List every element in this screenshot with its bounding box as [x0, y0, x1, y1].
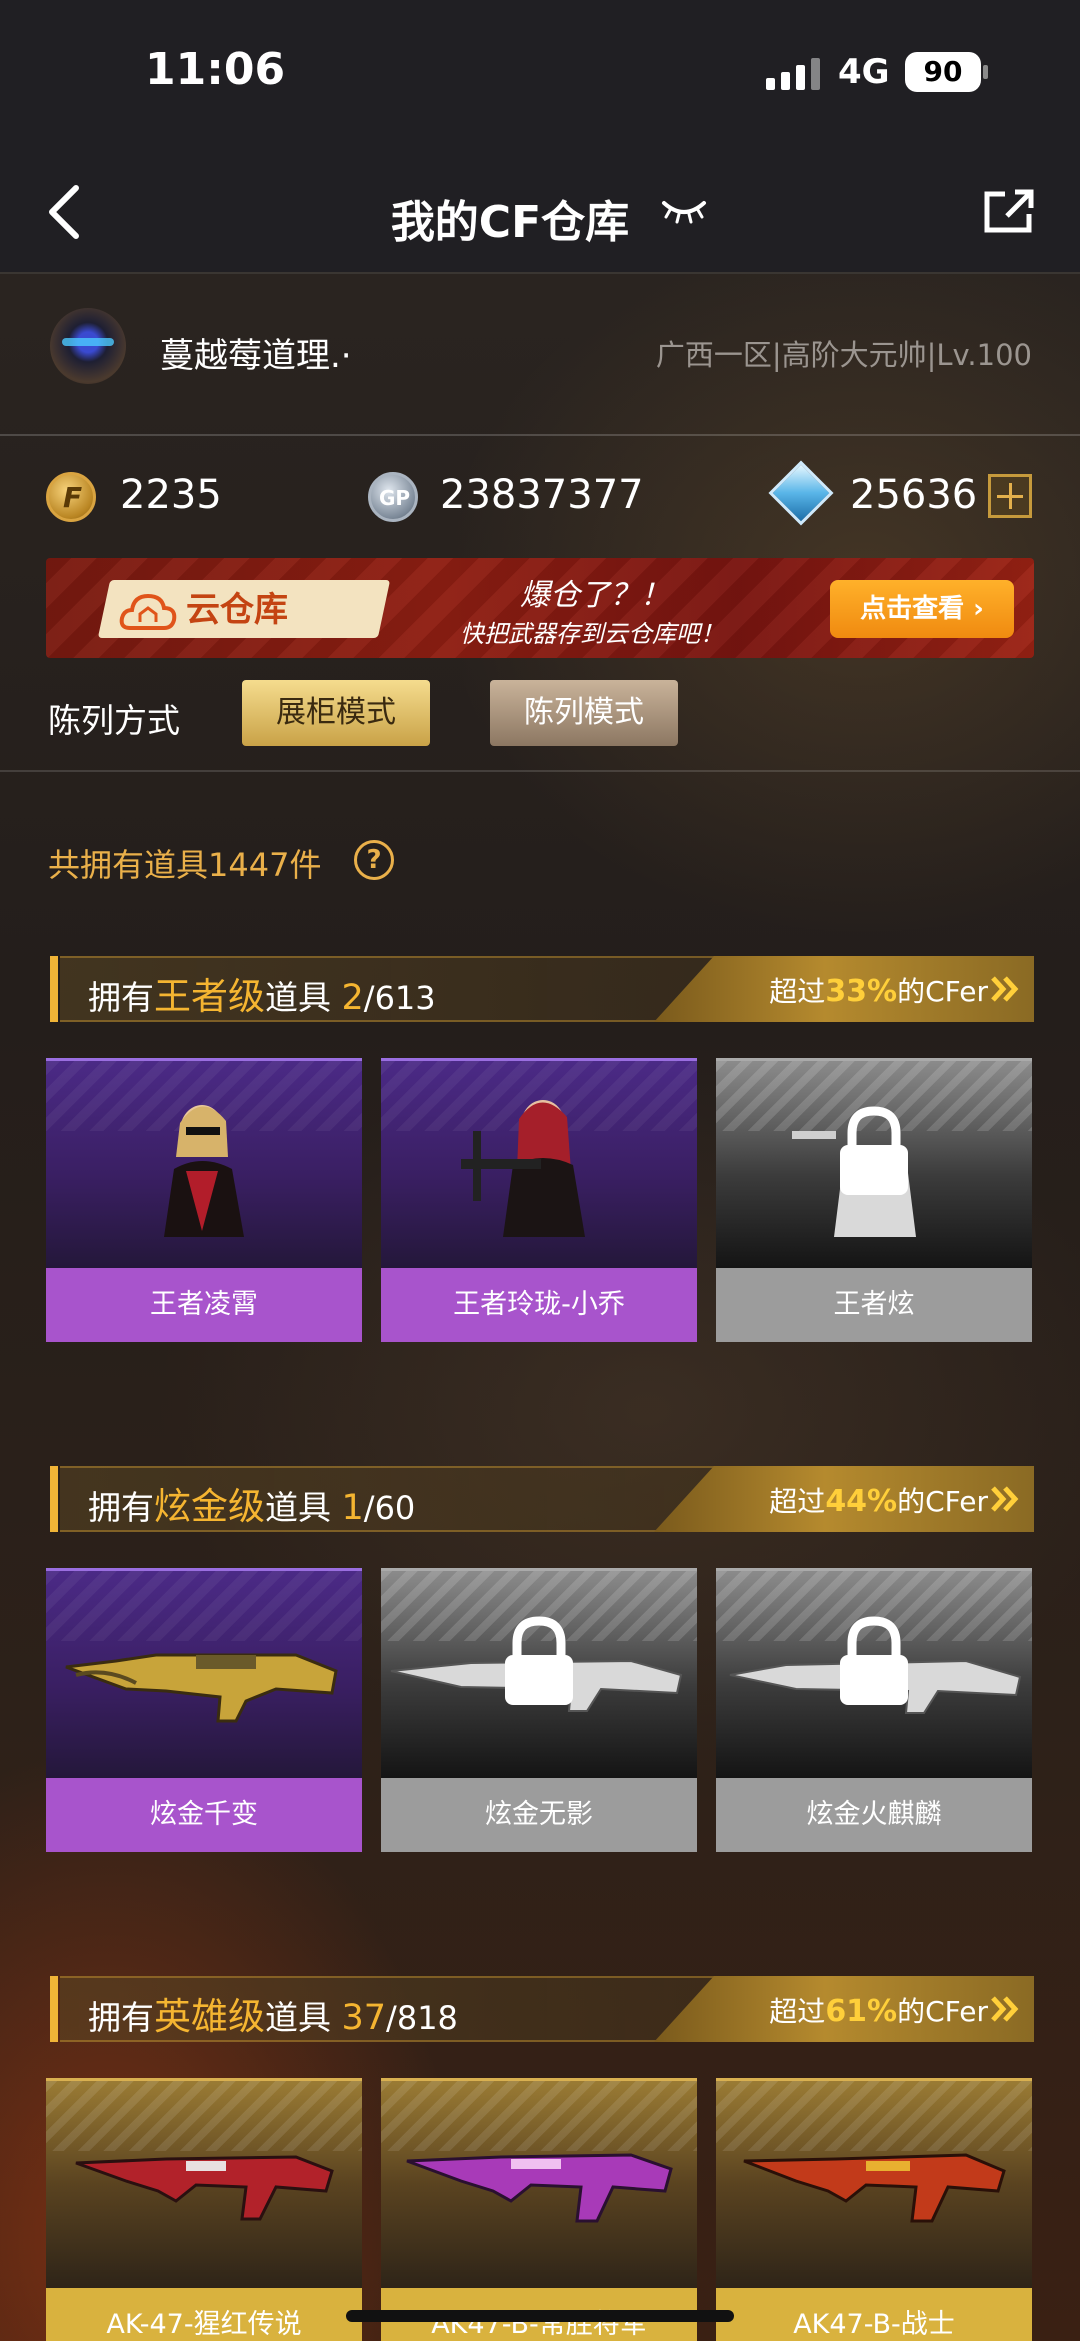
- cf-point-value: 2235: [120, 472, 222, 518]
- view-button[interactable]: 点击查看 ›: [830, 580, 1014, 638]
- section-title: 拥有炫金级道具 1/60: [88, 1485, 416, 1528]
- item-image: [381, 1568, 697, 1778]
- section-title: 拥有王者级道具 2/613: [88, 975, 436, 1018]
- section-accent-bar: [50, 1466, 58, 1532]
- item-image: [381, 2078, 697, 2288]
- lock-icon: [840, 1616, 908, 1705]
- section-header-hero[interactable]: 拥有英雄级道具 37/818 超过61%的CFer: [50, 1976, 1034, 2042]
- network-type: 4G: [838, 52, 890, 92]
- signal-icon: [766, 56, 820, 90]
- item-name: 王者凌霄: [46, 1268, 362, 1342]
- status-time: 11:06: [145, 44, 286, 95]
- item-card[interactable]: AK-47-猩红传说: [46, 2078, 362, 2341]
- item-name: 炫金火麒麟: [716, 1778, 1032, 1852]
- section-rank: 超过61%的CFer: [769, 1994, 988, 2029]
- item-name: 王者炫: [716, 1268, 1032, 1342]
- item-name: 炫金千变: [46, 1778, 362, 1852]
- item-card[interactable]: 王者炫: [716, 1058, 1032, 1342]
- display-mode-label: 陈列方式: [48, 701, 180, 740]
- username: 蔓越莓道理.·: [160, 336, 352, 376]
- banner-brand: 云仓库: [186, 590, 288, 630]
- cloud-warehouse-banner[interactable]: 云仓库 爆仓了？！ 快把武器存到云仓库吧！ 点击查看 ›: [46, 558, 1034, 658]
- diamond-value: 25636: [850, 472, 978, 518]
- item-name: 炫金无影: [381, 1778, 697, 1852]
- gp-icon: [368, 472, 418, 522]
- banner-subline: 快把武器存到云仓库吧！: [460, 620, 724, 648]
- battery-cap: [983, 65, 988, 79]
- avatar[interactable]: [50, 308, 126, 384]
- ak47-icon: [743, 2153, 1006, 2223]
- banner-headline: 爆仓了？！: [520, 578, 670, 613]
- item-name: AK-47-猩红传说: [46, 2288, 362, 2341]
- server-rank-level: 广西一区|高阶大元帅|Lv.100: [655, 338, 1032, 372]
- item-card[interactable]: 王者玲珑-小乔: [381, 1058, 697, 1342]
- item-image: [46, 1058, 362, 1268]
- item-card[interactable]: AK47-B-常胜将军: [381, 2078, 697, 2341]
- display-mode-button[interactable]: 陈列模式: [490, 680, 678, 746]
- page-title: 我的CF仓库: [390, 197, 630, 248]
- section-header-king[interactable]: 拥有王者级道具 2/613 超过33%的CFer: [50, 956, 1034, 1022]
- item-image: [46, 2078, 362, 2288]
- lock-icon: [840, 1106, 908, 1195]
- section-rank: 超过44%的CFer: [769, 1484, 988, 1519]
- total-items: 共拥有道具1447件: [48, 846, 322, 884]
- showcase-mode-button[interactable]: 展柜模式: [242, 680, 430, 746]
- gp-value: 23837377: [440, 472, 644, 518]
- item-image: [381, 1058, 697, 1268]
- item-card[interactable]: 炫金火麒麟: [716, 1568, 1032, 1852]
- battery-icon: 90: [905, 52, 981, 92]
- section-accent-bar: [50, 956, 58, 1022]
- status-bar: 11:06 4G 90: [0, 0, 1080, 140]
- lock-icon: [505, 1616, 573, 1705]
- item-image: [716, 1058, 1032, 1268]
- item-card[interactable]: 炫金千变: [46, 1568, 362, 1852]
- item-name: AK47-B-战士: [716, 2288, 1032, 2341]
- double-chevron-right-icon: [991, 976, 1019, 1002]
- character-with-gun-icon: [461, 1100, 585, 1237]
- cf-point-icon: [46, 472, 96, 522]
- home-indicator[interactable]: [346, 2310, 734, 2322]
- character-figure-icon: [164, 1105, 244, 1237]
- item-card[interactable]: 炫金无影: [381, 1568, 697, 1852]
- item-card[interactable]: 王者凌霄: [46, 1058, 362, 1342]
- section-header-gold[interactable]: 拥有炫金级道具 1/60 超过44%的CFer: [50, 1466, 1034, 1532]
- help-icon[interactable]: ?: [354, 840, 394, 880]
- share-icon[interactable]: [983, 188, 1035, 234]
- item-image: [46, 1568, 362, 1778]
- section-title: 拥有英雄级道具 37/818: [88, 1995, 458, 2038]
- cloud-home-icon: [119, 593, 177, 630]
- eye-closed-icon[interactable]: [660, 195, 708, 225]
- ak47-icon: [75, 2155, 334, 2221]
- add-currency-button[interactable]: [988, 474, 1032, 518]
- section-accent-bar: [50, 1976, 58, 2042]
- item-card[interactable]: AK47-B-战士: [716, 2078, 1032, 2341]
- item-image: [716, 2078, 1032, 2288]
- gold-rifle-icon: [65, 1653, 338, 1723]
- section-rank: 超过33%的CFer: [769, 974, 988, 1009]
- item-image: [716, 1568, 1032, 1778]
- item-name: 王者玲珑-小乔: [381, 1268, 697, 1342]
- ak47-icon: [406, 2153, 673, 2223]
- divider: [0, 770, 1080, 772]
- double-chevron-right-icon: [991, 1996, 1019, 2022]
- double-chevron-right-icon: [991, 1486, 1019, 1512]
